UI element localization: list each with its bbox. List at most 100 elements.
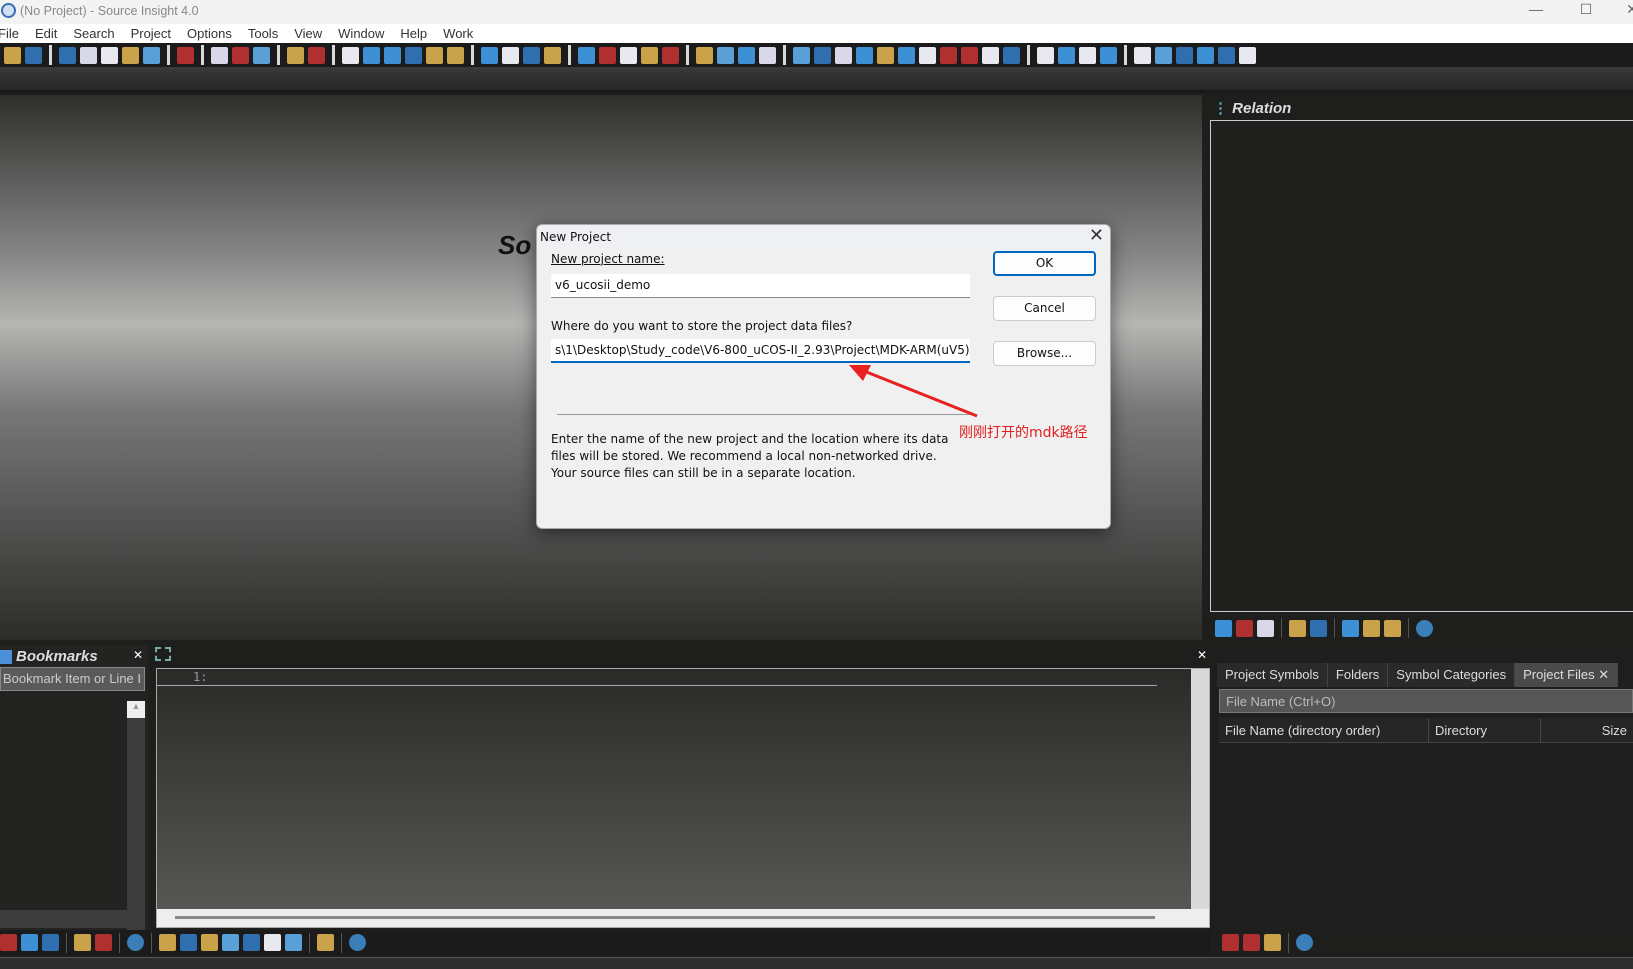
ok-button[interactable]: OK (993, 251, 1096, 276)
menu-project[interactable]: Project (123, 24, 179, 43)
bookmark-icon[interactable] (544, 46, 561, 64)
code-editor[interactable]: 1: (156, 668, 1210, 928)
lock-icon[interactable] (1289, 619, 1306, 637)
new-project-icon[interactable] (1243, 934, 1260, 951)
book-icon[interactable] (620, 46, 637, 64)
remove-item-icon[interactable] (1079, 46, 1096, 64)
project-window-icon[interactable] (793, 46, 810, 64)
add-bookmark-icon[interactable] (0, 934, 17, 951)
column-file-name[interactable]: File Name (directory order) (1219, 718, 1429, 742)
minimize-button[interactable]: — (1514, 0, 1558, 24)
reference-icon[interactable] (578, 46, 595, 64)
file-list-icon[interactable] (1264, 934, 1281, 951)
bookmark-filter-input[interactable]: Bookmark Item or Line I (0, 667, 145, 691)
add-item-icon[interactable] (1058, 46, 1075, 64)
cascade-icon[interactable] (759, 46, 776, 64)
search-icon[interactable] (342, 46, 359, 64)
menu-edit[interactable]: Edit (27, 24, 65, 43)
r-icon[interactable] (662, 46, 679, 64)
menu-work[interactable]: Work (435, 24, 481, 43)
gear-icon[interactable] (349, 934, 366, 951)
open-folder-icon[interactable] (74, 934, 91, 951)
editor-hscrollbar[interactable] (157, 909, 1209, 927)
replace-icon[interactable] (426, 46, 443, 64)
refresh-icon[interactable] (1310, 619, 1327, 637)
bookmarks-hscrollbar[interactable] (0, 910, 145, 928)
menu-file[interactable]: File (0, 24, 27, 43)
goto-bookmark-icon[interactable] (42, 934, 59, 951)
mark-c-icon[interactable] (1176, 46, 1193, 64)
new-mark-icon[interactable] (1239, 46, 1256, 64)
back-icon[interactable] (159, 934, 176, 951)
tree-view-icon[interactable] (1384, 619, 1401, 637)
menu-view[interactable]: View (286, 24, 330, 43)
search-forward-icon[interactable] (384, 46, 401, 64)
reference-icon[interactable] (201, 934, 218, 951)
save-icon[interactable] (95, 934, 112, 951)
folders-icon[interactable] (877, 46, 894, 64)
symbol-window-icon[interactable] (856, 46, 873, 64)
lock-icon[interactable] (317, 934, 334, 951)
close-window-button[interactable]: ✕ (1610, 0, 1633, 24)
remove-bookmark-icon[interactable] (21, 934, 38, 951)
tab-symbol-categories[interactable]: Symbol Categories (1388, 663, 1516, 687)
file-name-filter-input[interactable]: File Name (Ctrl+O) (1219, 689, 1633, 713)
r-icon[interactable] (1257, 619, 1274, 637)
mark-d-icon[interactable] (1197, 46, 1214, 64)
browse-symbol-icon[interactable] (447, 46, 464, 64)
browse-button[interactable]: Browse... (993, 341, 1096, 366)
gear-icon[interactable] (127, 934, 144, 951)
editor-close-button[interactable]: ✕ (1197, 648, 1207, 662)
cut-icon[interactable] (211, 46, 228, 64)
new-file-icon[interactable] (59, 46, 76, 64)
folder-mark-icon[interactable] (1218, 46, 1235, 64)
mark-a-icon[interactable] (1134, 46, 1151, 64)
r-icon[interactable] (264, 934, 281, 951)
symbol-info-icon[interactable] (1236, 619, 1253, 637)
globe-icon[interactable] (940, 46, 957, 64)
cancel-button[interactable]: Cancel (993, 296, 1096, 321)
save-icon[interactable] (101, 46, 118, 64)
save-all-icon[interactable] (122, 46, 139, 64)
menu-options[interactable]: Options (179, 24, 240, 43)
mark-b-icon[interactable] (1155, 46, 1172, 64)
tab-folders[interactable]: Folders (1327, 663, 1389, 687)
gear-icon[interactable] (1296, 934, 1313, 951)
tab-project-symbols[interactable]: Project Symbols (1217, 663, 1328, 687)
bookmarks-close-button[interactable]: ✕ (133, 648, 143, 662)
maximize-button[interactable]: ☐ (1564, 0, 1608, 24)
symbol-info-icon[interactable] (222, 934, 239, 951)
dialog-close-button[interactable]: ✕ (1089, 225, 1104, 246)
book-icon[interactable] (243, 934, 260, 951)
tab-project-files[interactable]: Project Files ✕ (1515, 663, 1619, 687)
jump-forward-icon[interactable] (502, 46, 519, 64)
redo-icon[interactable] (308, 46, 325, 64)
menu-tools[interactable]: Tools (240, 24, 286, 43)
reference-icon[interactable] (1215, 619, 1232, 637)
context-window-icon[interactable] (814, 46, 831, 64)
relation-view[interactable] (1210, 120, 1633, 612)
scroll-up-icon[interactable]: ▲ (127, 701, 145, 718)
delete-icon[interactable] (1100, 46, 1117, 64)
project-name-input[interactable]: v6_ucosii_demo (551, 274, 970, 298)
search-backward-icon[interactable] (363, 46, 380, 64)
menu-search[interactable]: Search (65, 24, 122, 43)
relation-window-icon[interactable] (835, 46, 852, 64)
gear-icon[interactable] (1416, 619, 1433, 637)
help-icon[interactable] (898, 46, 915, 64)
relation-icon[interactable] (285, 934, 302, 951)
symbol-info-icon[interactable] (599, 46, 616, 64)
forward-icon[interactable] (180, 934, 197, 951)
layout2-icon[interactable] (738, 46, 755, 64)
jump-back-icon[interactable] (481, 46, 498, 64)
copy-icon[interactable] (232, 46, 249, 64)
undo-icon[interactable] (287, 46, 304, 64)
paste-icon[interactable] (253, 46, 270, 64)
expand-icon[interactable] (1037, 46, 1054, 64)
sync-icon[interactable] (982, 46, 999, 64)
graph-view-icon[interactable] (1363, 619, 1380, 637)
close-file-icon[interactable] (143, 46, 160, 64)
bird-icon[interactable] (961, 46, 978, 64)
layout-icon[interactable] (717, 46, 734, 64)
print-icon[interactable] (177, 46, 194, 64)
